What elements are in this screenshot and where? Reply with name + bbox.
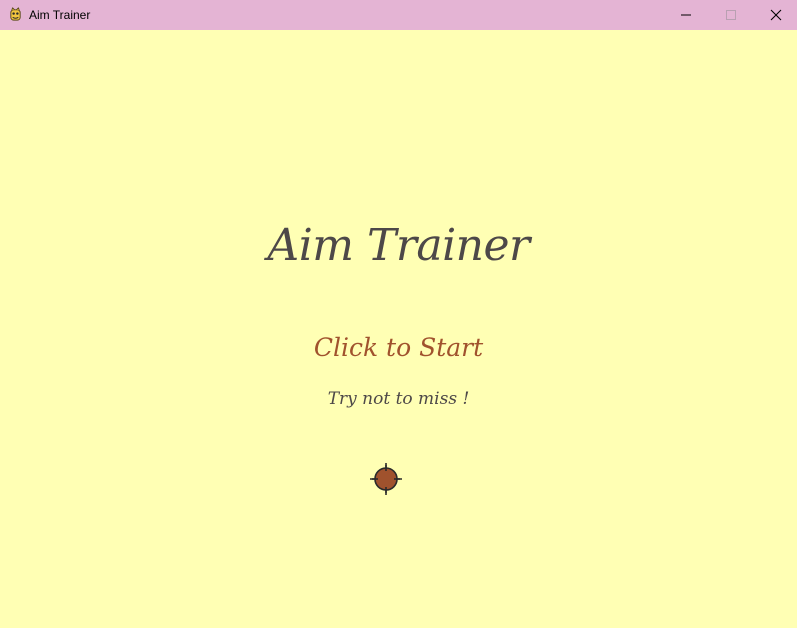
window-title: Aim Trainer	[29, 8, 91, 22]
close-button[interactable]	[753, 0, 797, 30]
start-button[interactable]: Click to Start	[0, 330, 797, 366]
minimize-icon	[681, 14, 691, 16]
title-bar[interactable]: Aim Trainer	[0, 0, 797, 30]
close-icon	[770, 9, 782, 21]
game-title: Aim Trainer	[267, 220, 530, 271]
hint-text: Try not to miss !	[327, 389, 470, 409]
minimize-button[interactable]	[663, 0, 709, 30]
maximize-icon	[726, 10, 736, 20]
app-window: Aim Trainer Aim Trainer Click to Start T…	[0, 0, 797, 628]
maximize-button[interactable]	[708, 0, 754, 30]
game-canvas[interactable]: Aim Trainer Click to Start Try not to mi…	[0, 30, 797, 628]
pygame-snake-icon	[10, 7, 21, 21]
crosshair-target-icon[interactable]	[369, 462, 403, 496]
